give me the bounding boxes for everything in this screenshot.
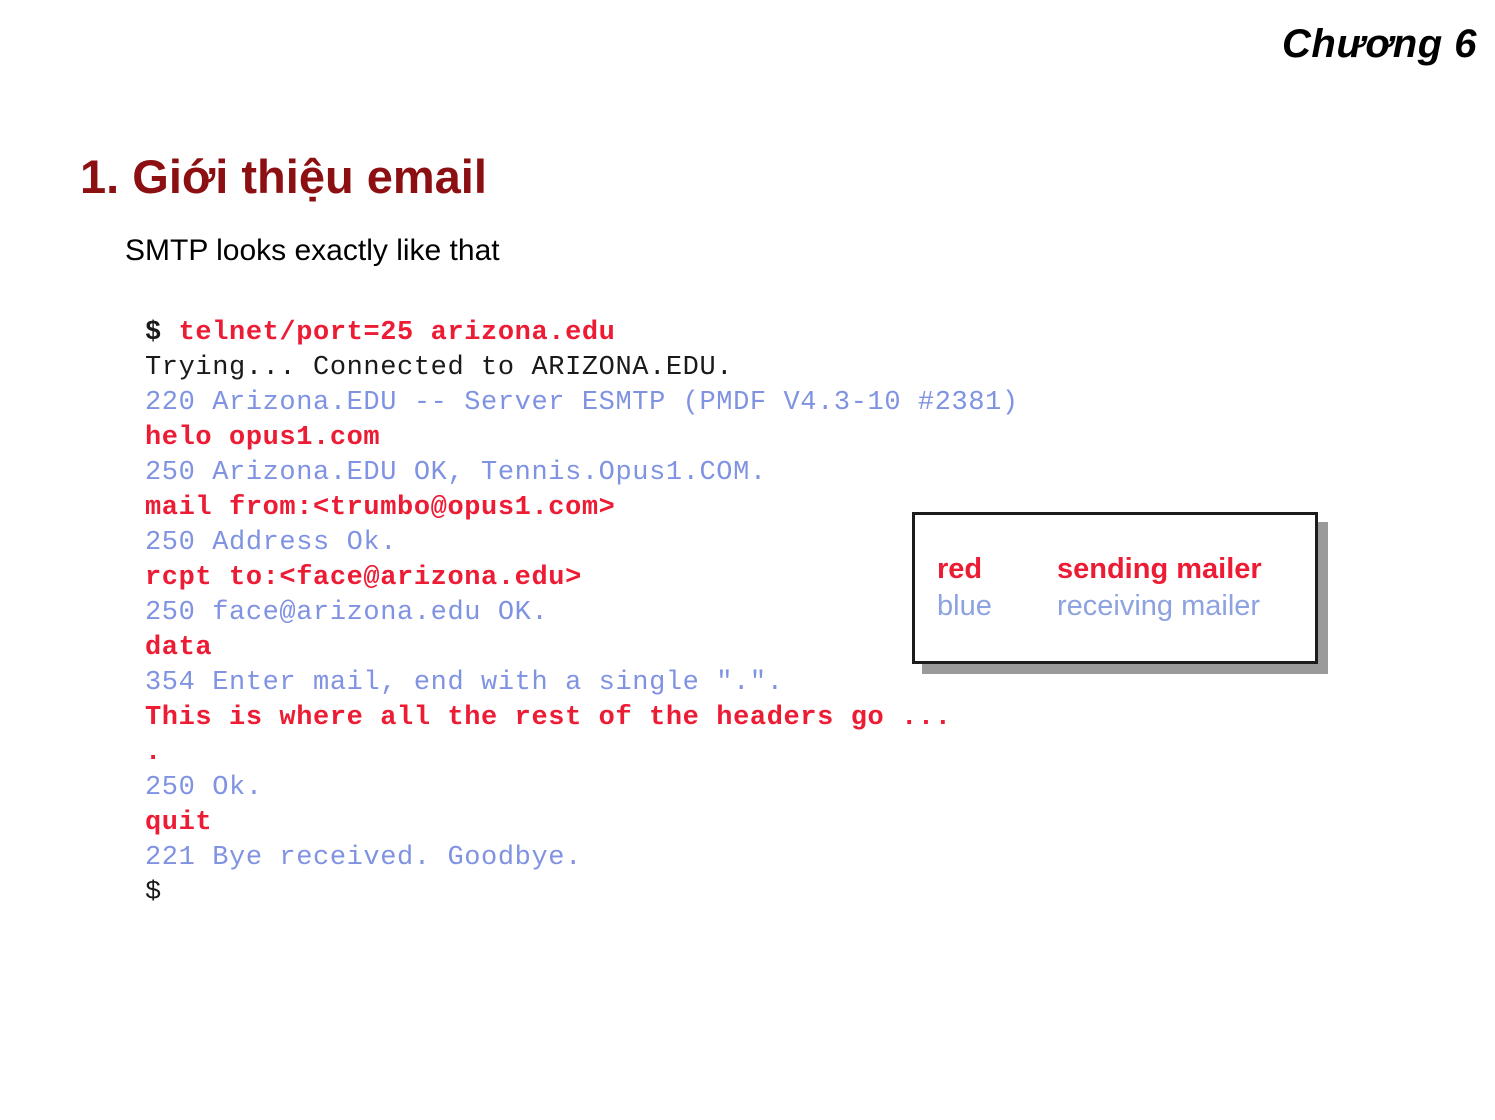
transcript-line-client: This is where all the rest of the header… (145, 703, 952, 733)
chapter-header: Chương 6 (1282, 22, 1477, 66)
transcript-line-server: 250 Arizona.EDU OK, Tennis.Opus1.COM. (145, 458, 767, 488)
legend-color-name: red (937, 553, 983, 585)
page-title: 1. Giới thiệu email (80, 150, 487, 204)
slide-subtitle: SMTP looks exactly like that (125, 234, 500, 267)
transcript-line-local: Trying... Connected to ARIZONA.EDU. (145, 353, 734, 383)
shell-command: telnet/port=25 arizona.edu (178, 318, 616, 348)
transcript-line-prompt: $ telnet/port=25 arizona.edu (145, 316, 1145, 351)
transcript-line-client: helo opus1.com (145, 423, 381, 453)
legend-role-label: sending mailer (1057, 553, 1262, 585)
legend-row: red sending mailer (937, 553, 1307, 590)
transcript-line-local: $ (145, 878, 162, 908)
transcript-line-client: . (145, 738, 162, 768)
legend-rows: red sending mailer blue receiving mailer (937, 553, 1307, 627)
shell-prompt: $ (145, 318, 179, 348)
transcript-line-client: quit (145, 808, 213, 838)
transcript-line-server: 354 Enter mail, end with a single ".". (145, 668, 784, 698)
legend-box: red sending mailer blue receiving mailer (912, 512, 1318, 664)
legend-row: blue receiving mailer (937, 590, 1307, 627)
transcript-line-server: 220 Arizona.EDU -- Server ESMTP (PMDF V4… (145, 388, 1019, 418)
legend-color-name: blue (937, 590, 992, 622)
transcript-line-server: 250 Ok. (145, 773, 263, 803)
legend-role-label: receiving mailer (1057, 590, 1261, 622)
transcript-line-server: 221 Bye received. Goodbye. (145, 843, 582, 873)
